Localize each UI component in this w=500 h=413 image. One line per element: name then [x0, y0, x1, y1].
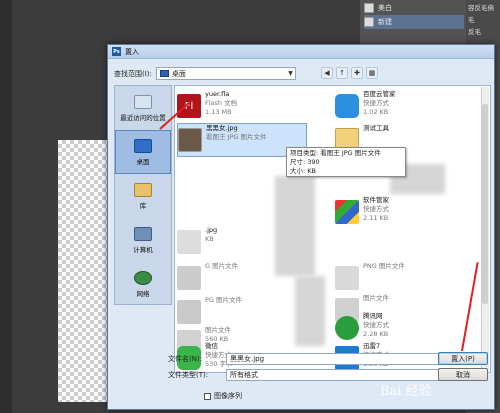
filename-label: 文件名(N): — [168, 355, 203, 363]
file-size: 2.28 KB — [363, 330, 389, 338]
layer-thumbnail-icon — [364, 3, 374, 13]
baidu-cloud-icon — [335, 94, 359, 118]
recent-places-icon — [134, 94, 152, 109]
file-name: 腾讯网 — [363, 312, 383, 320]
desktop-icon — [134, 138, 152, 153]
file-type: Flash 文档 — [205, 99, 238, 107]
tooltip-line: 大小: KB — [290, 167, 316, 175]
place-label: 网络 — [136, 289, 150, 298]
place-button[interactable]: 置入(P) — [438, 352, 488, 365]
filetype-label: 文件类型(T): — [168, 371, 209, 379]
checkbox-label: 图像序列 — [214, 392, 242, 400]
filetype-value: 所有格式 — [230, 371, 258, 379]
back-button[interactable]: ◀ — [321, 67, 333, 79]
panel-item: 毛 — [468, 16, 475, 24]
image-file-icon — [177, 230, 201, 254]
dialog-titlebar[interactable]: Ps 置入 — [108, 45, 494, 59]
file-type: 快捷方式 — [363, 321, 389, 329]
new-folder-button[interactable]: ✚ — [351, 67, 363, 79]
file-name: 软件管家 — [363, 196, 389, 204]
layer-label: 美白 — [378, 4, 392, 12]
file-name: .jpg — [205, 226, 218, 234]
place-label: 最近访问的位置 — [120, 113, 166, 122]
desktop-icon — [159, 70, 169, 77]
layer-label: 新建 — [378, 18, 392, 26]
places-bar: 最近访问的位置 桌面 库 计算机 网络 — [114, 85, 172, 305]
file-name: yuer.fla — [205, 90, 230, 98]
image-thumbnail-icon — [178, 128, 202, 152]
file-type: 图片文件 — [363, 294, 389, 302]
panel-item: 容反毛佛 — [468, 4, 494, 12]
file-type: 看图王 JPG 图片文件 — [206, 133, 267, 141]
photoshop-icon: Ps — [112, 47, 121, 56]
place-dialog: Ps 置入 查找范围(I): 桌面 ▼ ◀ ↑ ✚ ▦ 最近访问的位置 桌面 库 — [107, 44, 495, 410]
place-desktop[interactable]: 桌面 — [115, 130, 171, 174]
look-in-row: 查找范围(I): 桌面 ▼ — [114, 67, 296, 80]
network-icon — [134, 270, 152, 285]
look-in-label: 查找范围(I): — [114, 69, 152, 78]
file-type: 快捷方式 — [363, 99, 389, 107]
flash-file-icon: Fl — [177, 94, 201, 118]
file-list[interactable]: Fl yuer.fla Flash 文档 1.13 MB 黑黑女.jpg 看图王 JP… — [174, 85, 491, 373]
place-label: 库 — [139, 201, 147, 210]
view-menu-button[interactable]: ▦ — [366, 67, 378, 79]
image-file-icon — [335, 266, 359, 290]
blurred-region — [295, 276, 325, 346]
dialog-title: 置入 — [125, 47, 139, 56]
file-type: PNG 图片文件 — [363, 262, 405, 270]
file-name: 测试工具 — [363, 124, 389, 132]
look-in-combo[interactable]: 桌面 ▼ — [155, 67, 296, 80]
file-type: 快捷方式 — [363, 205, 389, 213]
file-item[interactable]: Fl yuer.fla Flash 文档 1.13 MB — [177, 90, 327, 124]
layer-new[interactable]: 新建 — [364, 15, 464, 29]
layer-meibai[interactable]: 美白 — [364, 1, 464, 15]
image-file-icon — [177, 300, 201, 324]
panel-item: 反毛 — [468, 28, 481, 36]
place-label: 计算机 — [133, 245, 153, 254]
look-in-value: 桌面 — [171, 69, 186, 78]
file-name: 微信 — [205, 342, 218, 350]
up-folder-button[interactable]: ↑ — [336, 67, 348, 79]
file-size: KB — [205, 235, 214, 243]
transparent-canvas — [58, 140, 114, 402]
cancel-button[interactable]: 取消 — [438, 368, 488, 381]
layer-thumbnail-icon — [364, 17, 374, 27]
file-name: 百度云管家 — [363, 90, 396, 98]
file-type: 图片文件 — [205, 326, 231, 334]
file-tooltip: 项目类型: 看图王 JPG 图片文件 尺寸: 390 大小: KB — [286, 147, 406, 177]
software-manager-icon — [335, 200, 359, 224]
ps-toolbar — [0, 0, 12, 413]
place-computer[interactable]: 计算机 — [115, 218, 171, 262]
file-type: G 图片文件 — [205, 262, 239, 270]
checkbox-box — [204, 392, 211, 400]
file-size: 1.02 KB — [363, 108, 389, 116]
computer-icon — [134, 226, 152, 241]
tooltip-line: 尺寸: 390 — [290, 158, 320, 166]
nav-buttons: ◀ ↑ ✚ ▦ — [321, 67, 378, 79]
place-library[interactable]: 库 — [115, 174, 171, 218]
library-icon — [134, 182, 152, 197]
scrollbar-thumb[interactable] — [482, 104, 488, 304]
file-size: 2.11 KB — [363, 214, 389, 222]
file-type: PG 图片文件 — [205, 296, 243, 304]
baidu-watermark: Bai 经验 — [380, 384, 432, 399]
file-item[interactable]: 软件管家 快捷方式 2.11 KB — [335, 196, 485, 230]
filetype-row: 文件类型(T): 所有格式 ▼ — [168, 369, 484, 381]
tencent-news-icon — [335, 316, 359, 340]
file-size: 1.13 MB — [205, 108, 232, 116]
file-name: 黑黑女.jpg — [206, 124, 238, 132]
file-name: 迅雷7 — [363, 342, 381, 350]
tooltip-line: 项目类型: 看图王 JPG 图片文件 — [290, 149, 381, 157]
blurred-region — [275, 176, 315, 276]
file-item[interactable]: PNG 图片文件 — [335, 262, 485, 296]
place-network[interactable]: 网络 — [115, 262, 171, 306]
place-label: 桌面 — [136, 157, 150, 166]
image-file-icon — [177, 266, 201, 290]
chevron-down-icon: ▼ — [288, 70, 293, 77]
place-recent[interactable]: 最近访问的位置 — [115, 86, 171, 130]
image-sequence-checkbox[interactable]: 图像序列 — [204, 391, 242, 401]
file-item[interactable]: 百度云管家 快捷方式 1.02 KB — [335, 90, 485, 124]
filename-row: 文件名(N): 黑黑女.jpg — [168, 353, 484, 365]
